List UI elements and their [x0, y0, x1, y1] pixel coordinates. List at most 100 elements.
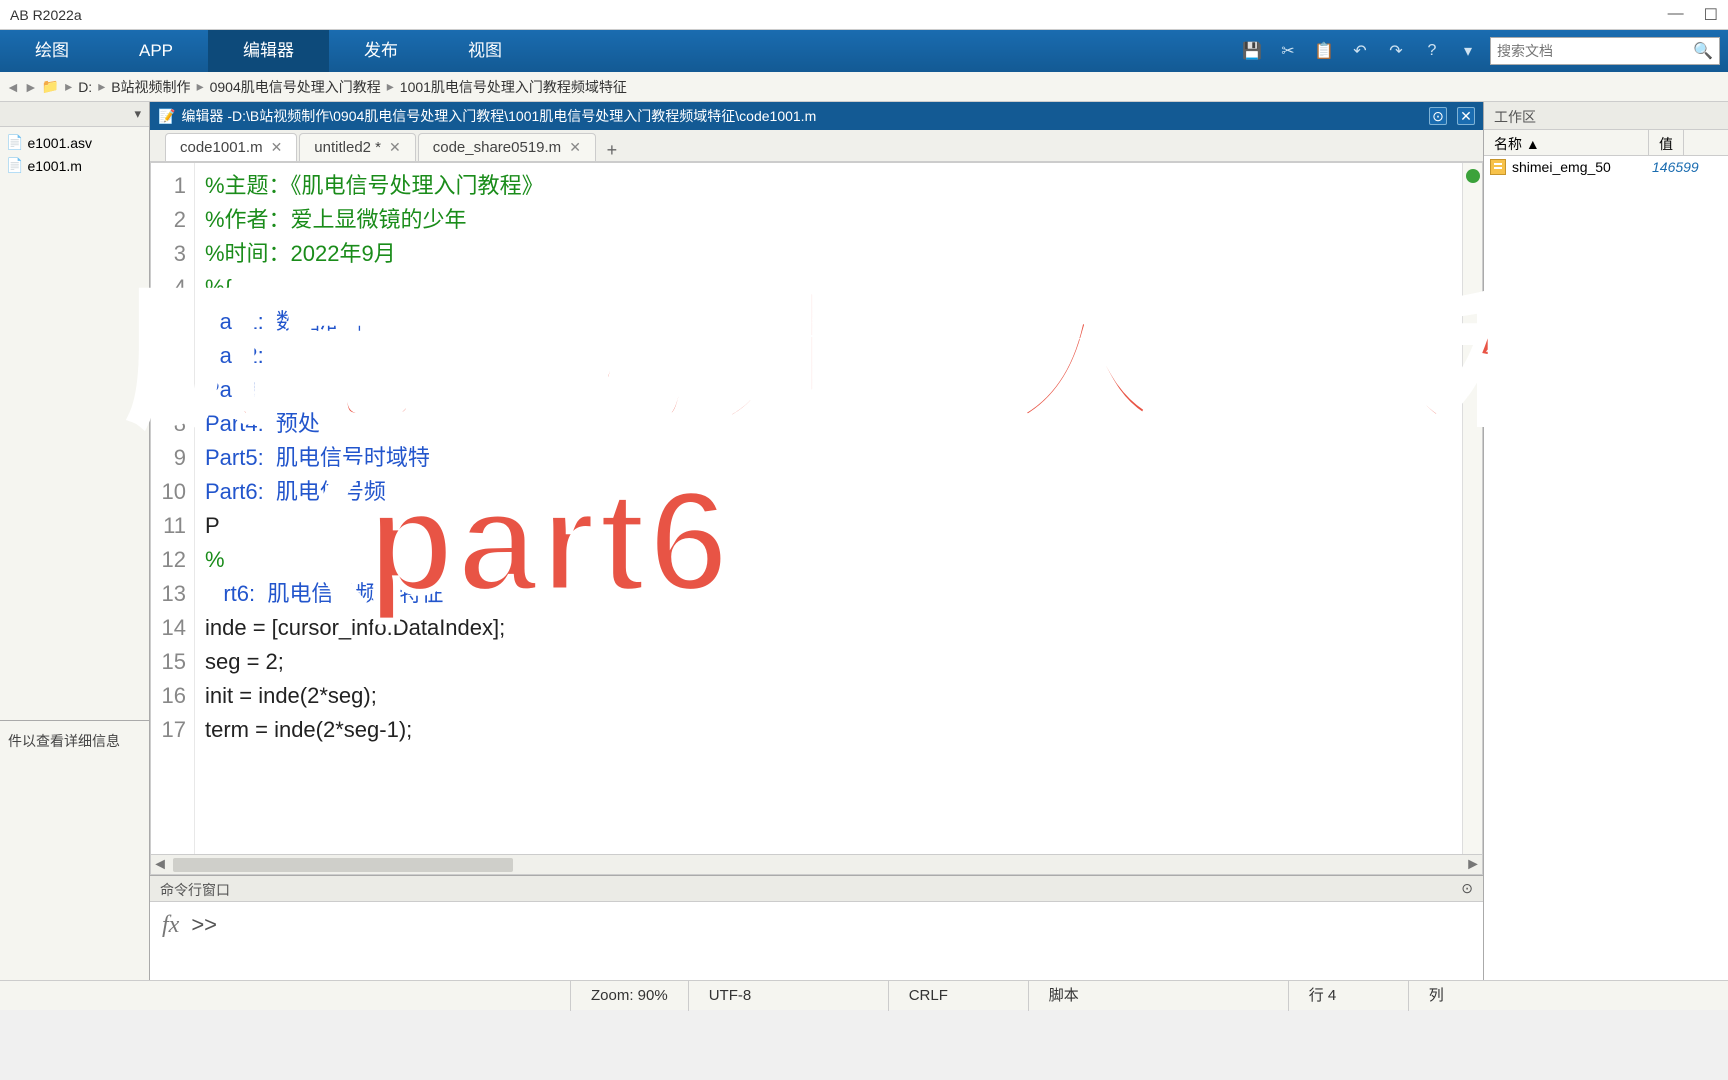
- workspace-col-value[interactable]: 值: [1649, 130, 1684, 155]
- workspace-row[interactable]: shimei_emg_50 146599: [1484, 156, 1728, 178]
- workspace-panel: 工作区 名称 ▲ 值 shimei_emg_50 146599: [1483, 102, 1728, 980]
- search-icon[interactable]: 🔍: [1693, 41, 1713, 61]
- command-window-body[interactable]: fx >>: [150, 902, 1483, 980]
- code-line[interactable]: P: [205, 509, 1452, 543]
- code-line[interactable]: %主题：《肌电信号处理入门教程》: [205, 169, 1452, 203]
- file-icon: 📄: [6, 157, 23, 174]
- editor-tabs: code1001.m ✕ untitled2 * ✕ code_share051…: [150, 130, 1483, 162]
- undo-icon[interactable]: ↶: [1346, 37, 1374, 65]
- editor-tab[interactable]: code_share0519.m ✕: [418, 133, 596, 161]
- variable-name: shimei_emg_50: [1512, 159, 1652, 175]
- code-line[interactable]: %: [205, 543, 1452, 577]
- tab-close-icon[interactable]: ✕: [271, 139, 283, 156]
- breadcrumb-part-2[interactable]: 1001肌电信号处理入门教程频域特征: [400, 77, 627, 97]
- help-icon[interactable]: ?: [1418, 37, 1446, 65]
- code-line[interactable]: Part6: 肌电信号频: [205, 475, 1452, 509]
- code-line[interactable]: %{: [205, 271, 1452, 305]
- editor-icon: 📝: [158, 108, 175, 125]
- doc-search-box[interactable]: 🔍: [1490, 37, 1720, 65]
- ribbon-tab-plot[interactable]: 绘图: [0, 30, 104, 72]
- code-line[interactable]: Part3:: [205, 373, 1452, 407]
- nav-back-icon[interactable]: ◄: [6, 79, 20, 95]
- status-col: 列: [1408, 981, 1464, 1011]
- code-line[interactable]: Part5: 肌电信号时域特: [205, 441, 1452, 475]
- file-item[interactable]: 📄 e1001.asv: [0, 131, 149, 154]
- tab-close-icon[interactable]: ✕: [389, 139, 401, 156]
- editor-title-path: D:\B站视频制作\0904肌电信号处理入门教程\1001肌电信号处理入门教程频…: [232, 106, 816, 126]
- code-line[interactable]: term = inde(2*seg-1);: [205, 713, 1452, 747]
- code-line[interactable]: seg = 2;: [205, 645, 1452, 679]
- ribbon-tab-editor[interactable]: 编辑器: [208, 30, 329, 72]
- file-icon: 📄: [6, 134, 23, 151]
- save-icon[interactable]: 💾: [1238, 37, 1266, 65]
- code-line[interactable]: Part4: 预处: [205, 407, 1452, 441]
- breadcrumb-part-1[interactable]: 0904肌电信号处理入门教程: [210, 77, 381, 97]
- panel-menu-icon[interactable]: ▾: [134, 106, 141, 122]
- redo-icon[interactable]: ↷: [1382, 37, 1410, 65]
- editor-title-prefix: 编辑器 -: [181, 106, 232, 126]
- path-breadcrumb[interactable]: ◄ ► 📁 ▸ D: ▸ B站视频制作 ▸ 0904肌电信号处理入门教程 ▸ 1…: [0, 72, 1728, 102]
- folder-icon: 📁: [42, 78, 59, 95]
- cut-icon[interactable]: ✂: [1274, 37, 1302, 65]
- scroll-thumb[interactable]: [173, 858, 513, 872]
- editor-close-icon[interactable]: ✕: [1457, 107, 1475, 125]
- line-gutter: 1234567891011121314151617: [151, 163, 195, 854]
- workspace-col-name[interactable]: 名称 ▲: [1484, 130, 1649, 155]
- code-line[interactable]: Part1: 数据准备: [205, 305, 1452, 339]
- code-ok-icon: [1466, 169, 1480, 183]
- window-title: AB R2022a: [10, 7, 82, 23]
- code-area[interactable]: %主题：《肌电信号处理入门教程》%作者：爱上显微镜的少年%时间：2022年9月%…: [195, 163, 1462, 854]
- code-minimap[interactable]: [1462, 163, 1482, 854]
- editor-body[interactable]: 1234567891011121314151617 %主题：《肌电信号处理入门教…: [150, 162, 1483, 855]
- file-item[interactable]: 📄 e1001.m: [0, 154, 149, 177]
- code-line[interactable]: %作者：爱上显微镜的少年: [205, 203, 1452, 237]
- code-line[interactable]: %时间：2022年9月: [205, 237, 1452, 271]
- status-type: 脚本: [1028, 981, 1288, 1011]
- nav-fwd-icon[interactable]: ►: [24, 79, 38, 95]
- code-line[interactable]: rt6: 肌电信号频域特征: [205, 577, 1452, 611]
- editor-titlebar: 📝 编辑器 - D:\B站视频制作\0904肌电信号处理入门教程\1001肌电信…: [150, 102, 1483, 130]
- workspace-title: 工作区: [1484, 102, 1728, 130]
- command-window-header: 命令行窗口 ⊙: [150, 876, 1483, 902]
- statusbar: Zoom: 90% UTF-8 CRLF 脚本 行 4 列: [0, 980, 1728, 1010]
- maximize-icon[interactable]: ☐: [1704, 5, 1718, 25]
- fx-icon[interactable]: fx: [162, 912, 179, 939]
- tab-label: code1001.m: [180, 139, 263, 156]
- editor-tab[interactable]: code1001.m ✕: [165, 133, 297, 161]
- code-line[interactable]: Part2:: [205, 339, 1452, 373]
- status-eol[interactable]: CRLF: [888, 981, 1028, 1011]
- code-line[interactable]: init = inde(2*seg);: [205, 679, 1452, 713]
- status-line: 行 4: [1288, 981, 1408, 1011]
- ribbon-tab-app[interactable]: APP: [104, 30, 208, 72]
- status-zoom[interactable]: Zoom: 90%: [570, 981, 688, 1011]
- editor-tab[interactable]: untitled2 * ✕: [299, 133, 415, 161]
- panel-menu-icon[interactable]: ⊙: [1461, 880, 1473, 897]
- tab-label: code_share0519.m: [433, 139, 561, 156]
- editor-hscrollbar[interactable]: ◄ ►: [150, 855, 1483, 875]
- doc-search-input[interactable]: [1497, 43, 1693, 59]
- minimize-icon[interactable]: —: [1668, 5, 1684, 25]
- tab-add-button[interactable]: +: [598, 140, 626, 161]
- command-prompt: >>: [191, 912, 217, 938]
- variable-icon: [1490, 159, 1506, 175]
- editor-dock-icon[interactable]: ⊙: [1429, 107, 1447, 125]
- current-folder-panel: ▾ 📄 e1001.asv 📄 e1001.m 件以查看详细信息: [0, 102, 150, 980]
- scroll-left-icon[interactable]: ◄: [151, 856, 169, 874]
- tab-close-icon[interactable]: ✕: [569, 139, 581, 156]
- copy-icon[interactable]: 📋: [1310, 37, 1338, 65]
- ribbon: 绘图 APP 编辑器 发布 视图 💾 ✂ 📋 ↶ ↷ ? ▾ 🔍: [0, 30, 1728, 72]
- folder-panel-header: ▾: [0, 102, 149, 127]
- scroll-right-icon[interactable]: ►: [1464, 856, 1482, 874]
- breadcrumb-part-0[interactable]: B站视频制作: [111, 77, 190, 97]
- file-name: e1001.asv: [27, 135, 92, 151]
- breadcrumb-drive[interactable]: D:: [78, 79, 92, 95]
- tab-label: untitled2 *: [314, 139, 381, 156]
- ribbon-tab-view[interactable]: 视图: [433, 30, 537, 72]
- window-titlebar: AB R2022a — ☐: [0, 0, 1728, 30]
- code-line[interactable]: inde = [cursor_info.DataIndex];: [205, 611, 1452, 645]
- more-icon[interactable]: ▾: [1454, 37, 1482, 65]
- file-name: e1001.m: [27, 158, 81, 174]
- command-window-title: 命令行窗口: [160, 882, 230, 898]
- ribbon-tab-publish[interactable]: 发布: [329, 30, 433, 72]
- status-encoding[interactable]: UTF-8: [688, 981, 888, 1011]
